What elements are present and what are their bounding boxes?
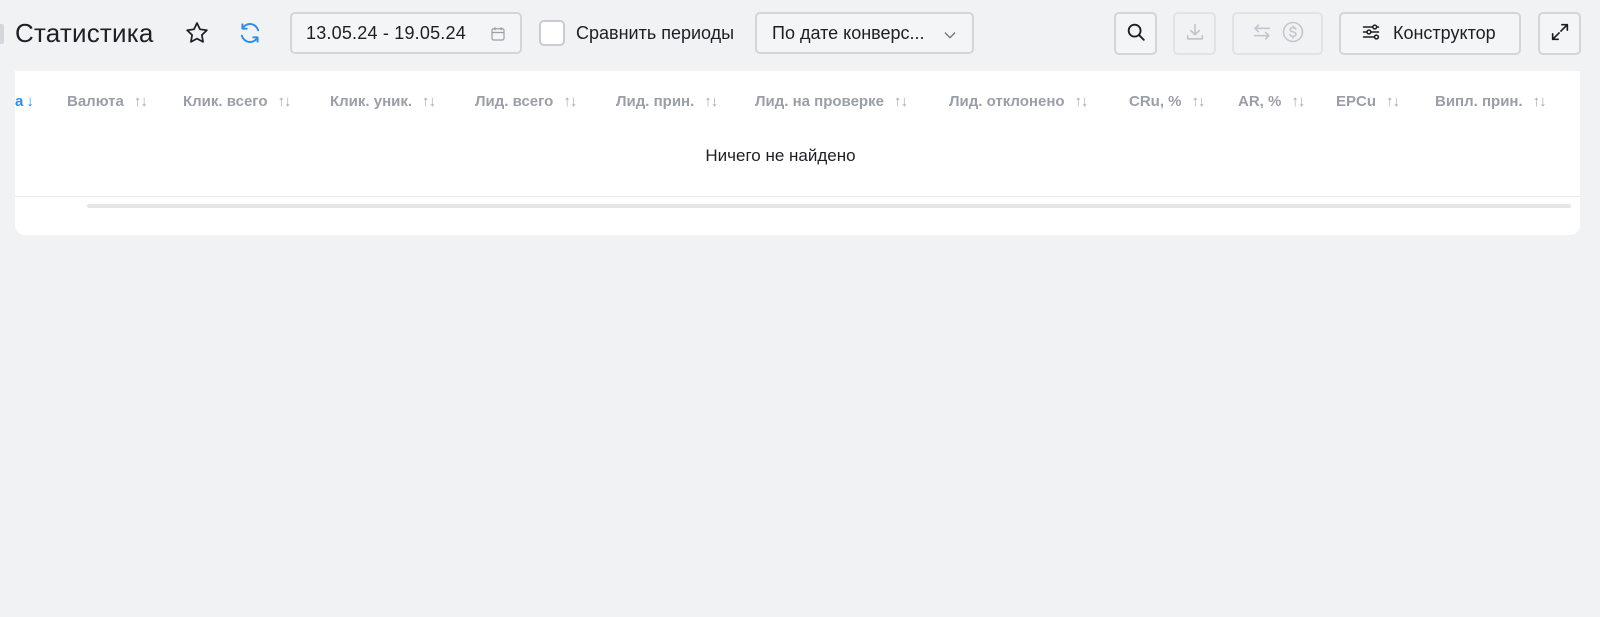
- column-label: Клик. уник.: [330, 92, 413, 110]
- compare-periods-label: Сравнить периоды: [576, 22, 735, 43]
- sort-icon: ↑↓: [1191, 92, 1206, 110]
- currency-convert-button[interactable]: [1232, 12, 1323, 55]
- horizontal-scrollbar[interactable]: [87, 204, 1571, 208]
- column-label: Лид. на проверке: [755, 92, 884, 110]
- sort-icon: ↑↓: [1074, 92, 1089, 110]
- sort-icon: ↑↓: [893, 92, 908, 110]
- constructor-button[interactable]: Конструктор: [1339, 12, 1521, 55]
- column-header-payout-accepted[interactable]: Випл. прин. ↑↓: [1435, 91, 1547, 111]
- star-icon: [184, 20, 210, 49]
- calendar-icon: [489, 25, 507, 48]
- refresh-icon: [237, 20, 263, 49]
- expand-icon: [1549, 21, 1571, 46]
- toolbar: Статистика 13.05.24 - 19.05.24 Сравнить …: [0, 0, 1600, 68]
- date-range-value: 13.05.24 - 19.05.24: [306, 22, 466, 43]
- download-button[interactable]: [1173, 12, 1216, 55]
- compare-periods-toggle[interactable]: Сравнить периоды: [539, 18, 734, 48]
- statistics-page: Статистика 13.05.24 - 19.05.24 Сравнить …: [0, 0, 1600, 617]
- column-label: EPCu: [1336, 92, 1377, 110]
- fullscreen-button[interactable]: [1538, 12, 1581, 55]
- divider: [15, 196, 1580, 197]
- sort-icon: ↑↓: [704, 92, 718, 110]
- download-icon: [1184, 21, 1206, 46]
- chevron-down-icon: [942, 27, 958, 48]
- sort-icon: ↑↓: [133, 92, 148, 110]
- constructor-label: Конструктор: [1393, 23, 1496, 43]
- column-header-sorted[interactable]: а ↓: [15, 91, 34, 111]
- table-header: а ↓ Валюта ↑↓ Клик. всего ↑↓ Клик. уник.…: [15, 71, 1580, 131]
- column-header-epcu[interactable]: EPCu ↑↓: [1336, 91, 1400, 111]
- column-label: Клик. всего: [183, 92, 268, 110]
- empty-state-message: Ничего не найдено: [705, 146, 856, 165]
- column-header-clicks-unique[interactable]: Клик. уник. ↑↓: [330, 91, 436, 111]
- sort-icon: ↑↓: [1386, 92, 1400, 110]
- date-range-picker[interactable]: 13.05.24 - 19.05.24: [290, 12, 522, 54]
- column-header-ar[interactable]: AR, % ↑↓: [1238, 91, 1305, 111]
- sort-desc-icon: ↓: [26, 92, 33, 110]
- statistics-table: а ↓ Валюта ↑↓ Клик. всего ↑↓ Клик. уник.…: [15, 71, 1580, 235]
- column-header-cru[interactable]: CRu, % ↑↓: [1129, 91, 1206, 111]
- column-header-leads-pending[interactable]: Лид. на проверке ↑↓: [755, 91, 908, 111]
- sort-icon: ↑↓: [1532, 92, 1547, 110]
- column-header-leads-total[interactable]: Лид. всего ↑↓: [475, 91, 577, 111]
- column-label: а: [15, 92, 24, 110]
- sort-icon: ↑↓: [563, 92, 577, 110]
- sidebar-edge[interactable]: [0, 24, 4, 44]
- column-label: Валюта: [67, 92, 124, 110]
- column-header-clicks-total[interactable]: Клик. всего ↑↓: [183, 91, 292, 111]
- swap-icon: [1251, 21, 1273, 46]
- search-button[interactable]: [1114, 12, 1157, 55]
- compare-periods-checkbox[interactable]: [539, 20, 565, 46]
- sort-icon: ↑↓: [1291, 92, 1305, 110]
- search-icon: [1125, 21, 1147, 46]
- sort-icon: ↑↓: [422, 92, 436, 110]
- sort-icon: ↑↓: [277, 92, 292, 110]
- favorite-button[interactable]: [181, 18, 213, 50]
- sliders-icon: [1361, 22, 1381, 45]
- column-label: Лид. всего: [475, 92, 554, 110]
- column-label: Лид. отклонено: [949, 92, 1065, 110]
- column-label: Лид. прин.: [616, 92, 695, 110]
- column-header-leads-rejected[interactable]: Лид. отклонено ↑↓: [949, 91, 1089, 111]
- page-title: Статистика: [15, 18, 154, 48]
- dollar-circle-icon: [1281, 20, 1305, 47]
- column-header-leads-accepted[interactable]: Лид. прин. ↑↓: [616, 91, 718, 111]
- column-label: AR, %: [1238, 92, 1282, 110]
- column-label: CRu, %: [1129, 92, 1182, 110]
- date-mode-value: По дате конверс...: [772, 22, 925, 43]
- column-header-currency[interactable]: Валюта ↑↓: [67, 91, 148, 111]
- date-mode-select[interactable]: По дате конверс...: [755, 12, 974, 54]
- refresh-button[interactable]: [234, 18, 266, 50]
- column-label: Випл. прин.: [1435, 92, 1523, 110]
